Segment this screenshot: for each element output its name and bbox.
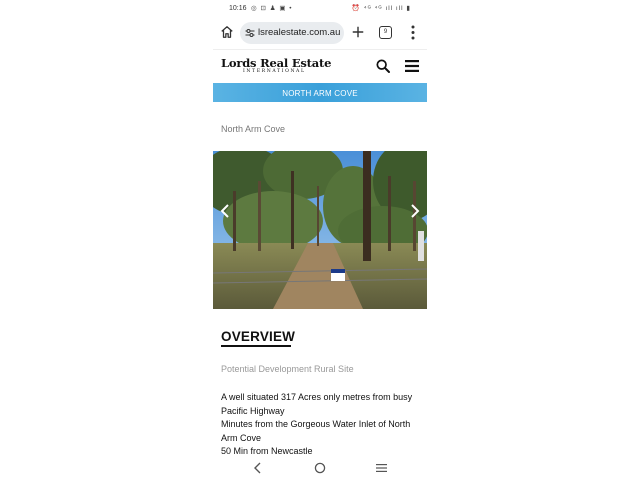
overview-heading: OVERVIEW xyxy=(221,329,296,344)
address-bar[interactable]: lsrealestate.com.au xyxy=(240,22,344,44)
carousel-next-arrow-icon[interactable] xyxy=(409,203,421,219)
description-line: Minutes from the Gorgeous Water Inlet of… xyxy=(221,419,411,443)
status-time: 10:16 xyxy=(229,5,247,12)
url-text[interactable]: lsrealestate.com.au xyxy=(258,27,340,38)
listing-subtitle: Potential Development Rural Site xyxy=(221,364,354,374)
listing-description: A well situated 317 Acres only metres fr… xyxy=(221,391,421,459)
recent-apps-icon[interactable] xyxy=(376,463,387,473)
new-tab-plus-icon[interactable] xyxy=(351,25,365,39)
status-bar: 10:16 ◎ ⊡ ♟ ▣ • ⏰ ⁴ᴳ ⁴ᴳ ıll ıll ▮ xyxy=(213,0,427,17)
notification-icons: ◎ ⊡ ♟ ▣ • xyxy=(251,5,293,12)
heading-underline xyxy=(221,345,291,347)
home-icon[interactable] xyxy=(220,25,234,39)
description-line: A well situated 317 Acres only metres fr… xyxy=(221,392,413,416)
hamburger-menu-icon[interactable] xyxy=(405,60,419,72)
banner-title: NORTH ARM COVE xyxy=(282,89,358,98)
android-navigation-bar xyxy=(213,455,427,480)
tune-icon[interactable] xyxy=(244,27,256,39)
listing-photo-carousel[interactable] xyxy=(213,151,427,309)
page-banner: NORTH ARM COVE xyxy=(213,83,427,102)
tabs-icon[interactable]: 9 xyxy=(379,26,392,39)
system-status-icons: ⏰ ⁴ᴳ ⁴ᴳ ıll ıll ▮ xyxy=(351,5,411,12)
site-header: Lords Real Estate INTERNATIONAL xyxy=(213,49,427,83)
browser-toolbar: lsrealestate.com.au 9 xyxy=(213,17,427,49)
search-icon[interactable] xyxy=(375,58,391,74)
home-circle-icon[interactable] xyxy=(314,462,326,474)
back-chevron-icon[interactable] xyxy=(253,462,263,474)
carousel-prev-arrow-icon[interactable] xyxy=(219,203,231,219)
listing-location: North Arm Cove xyxy=(221,124,286,134)
phone-screen: 10:16 ◎ ⊡ ♟ ▣ • ⏰ ⁴ᴳ ⁴ᴳ ıll ıll ▮ lsreal… xyxy=(213,0,427,480)
more-vert-icon[interactable] xyxy=(410,25,416,40)
logo-name: Lords Real Estate xyxy=(221,56,332,70)
site-logo[interactable]: Lords Real Estate INTERNATIONAL xyxy=(221,56,331,74)
listing-photo xyxy=(213,151,427,309)
